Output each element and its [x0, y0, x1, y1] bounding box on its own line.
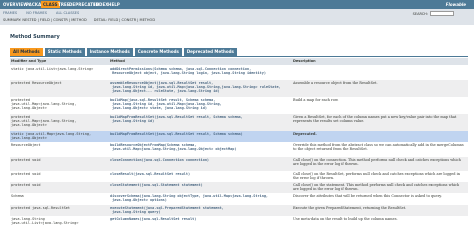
header-modifier-type: Modifier and Type [11, 59, 47, 63]
table-row: ResourceObject buildResourceObjectFromMa… [10, 142, 468, 157]
row-method[interactable]: closeConnection(java.sql.Connection conn… [110, 158, 209, 162]
brand-logo: Flowable [445, 2, 466, 7]
row-method[interactable]: addDirectPermissions(Schema schema, java… [110, 67, 266, 75]
row-method[interactable]: executeStatement(java.sql.PreparedStatem… [110, 206, 224, 214]
row-type: ResourceObject [11, 143, 41, 147]
table-row: protected void closeResult(java.sql.Resu… [10, 171, 468, 182]
row-description: Execute the given PreparedStatement, ret… [293, 206, 407, 210]
row-type: Schema [11, 194, 24, 198]
method-signature[interactable]: executeStatement(java.sql.PreparedStatem… [110, 206, 224, 214]
tab-static-methods[interactable]: Static Methods [44, 48, 85, 56]
frames-link[interactable]: FRAMES [3, 11, 17, 15]
row-description: Given a ResultSet, for each of the colum… [293, 115, 457, 124]
header-method: Method [110, 59, 125, 63]
row-description: Build a map for each row. [293, 98, 339, 102]
summary-links[interactable]: SUMMARY: NESTED | FIELD | CONSTR | METHO… [3, 18, 87, 22]
method-signature[interactable]: buildMapFromResultSet(java.sql.ResultSet… [110, 132, 243, 136]
row-description: Assemble a resource object from the Resu… [293, 81, 378, 85]
all-classes-link[interactable]: ALL CLASSES [56, 11, 79, 15]
method-signature[interactable]: closeResult(java.sql.ResultSet result) [110, 172, 190, 176]
row-type: protected ResourceObject [11, 81, 62, 85]
row-method[interactable]: closeResult(java.sql.ResultSet result) [110, 172, 190, 176]
nav-tree[interactable]: TREE [58, 2, 70, 7]
row-type: protected java.util.Map<java.lang.String… [11, 98, 77, 111]
tab-deprecated-methods[interactable]: Deprecated Methods [183, 48, 237, 56]
row-description: Use meta-data on the result to build up … [293, 217, 398, 221]
table-row: static java.util.List<java.lang.String> … [10, 66, 468, 80]
search-label: SEARCH: [412, 12, 428, 16]
row-method[interactable]: buildResourceObjectFromMap(Schema schema… [110, 143, 236, 151]
method-signature[interactable]: buildMap(java.sql.ResultSet result, Sche… [110, 98, 222, 110]
frames-links: FRAMES NO FRAMES ALL CLASSES [3, 11, 87, 15]
method-summary-table: Modifier and Type Method Description sta… [10, 56, 468, 225]
row-method[interactable]: getColumnNames(java.sql.ResultSet result… [110, 217, 196, 221]
row-type: protected java.util.Map<java.lang.String… [11, 115, 77, 128]
row-description: Call close() on the ResultSet, performs … [293, 172, 460, 181]
row-type: java.lang.String java.util.List<java.lan… [11, 217, 79, 226]
method-signature[interactable]: addDirectPermissions(Schema schema, java… [110, 67, 266, 75]
method-tabs: All Methods Static Methods Instance Meth… [10, 48, 237, 56]
row-type: protected java.sql.ResultSet [11, 206, 71, 210]
header-description: Description [293, 59, 316, 63]
method-signature[interactable]: getColumnNames(java.sql.ResultSet result… [110, 217, 196, 221]
summary-detail-links: SUMMARY: NESTED | FIELD | CONSTR | METHO… [3, 18, 155, 22]
row-method[interactable]: buildMapFromResultSet(java.sql.ResultSet… [110, 115, 243, 123]
row-type: protected void [11, 183, 41, 187]
tab-all-methods[interactable]: All Methods [10, 48, 43, 56]
search-input[interactable] [430, 11, 454, 16]
nav-help[interactable]: HELP [108, 2, 120, 7]
row-type: static java.util.Map<java.lang.String, j… [11, 132, 92, 141]
row-method[interactable]: buildMapFromResultSet(java.sql.ResultSet… [110, 132, 243, 136]
table-row-selected: static java.util.Map<java.lang.String, j… [10, 131, 468, 142]
table-row: Schema discoverSchema(java.lang.String o… [10, 193, 468, 205]
row-method[interactable]: assembleResourceObject(java.sql.ResultSe… [110, 81, 281, 94]
nav-index[interactable]: INDEX [94, 2, 108, 7]
method-signature[interactable]: buildResourceObjectFromMap(Schema schema… [110, 143, 236, 151]
row-description: Call close() on the statement. This meth… [293, 183, 460, 192]
table-header: Modifier and Type Method Description [10, 58, 468, 65]
row-method[interactable]: closeStatement(java.sql.Statement statem… [110, 183, 203, 187]
top-navbar: OVERVIEW PACKAGE CLASS TREE DEPRECATED I… [0, 0, 474, 9]
method-signature[interactable]: closeStatement(java.sql.Statement statem… [110, 183, 203, 187]
table-row: java.lang.String java.util.List<java.lan… [10, 216, 468, 227]
row-type: static java.util.List<java.lang.String> [11, 67, 94, 71]
row-method[interactable]: discoverSchema(java.lang.String objectTy… [110, 194, 268, 202]
nav-overview[interactable]: OVERVIEW [3, 2, 28, 7]
row-type: protected void [11, 172, 41, 176]
method-signature[interactable]: buildMapFromResultSet(java.sql.ResultSet… [110, 115, 243, 123]
table-row: protected void closeStatement(java.sql.S… [10, 182, 468, 193]
sub-navbar: FRAMES NO FRAMES ALL CLASSES SUMMARY: NE… [0, 9, 474, 25]
row-description: Override this method from the abstract c… [293, 143, 464, 152]
section-title: Method Summary [10, 34, 60, 40]
table-row: protected java.util.Map<java.lang.String… [10, 97, 468, 114]
table-row: protected void closeConnection(java.sql.… [10, 157, 468, 171]
table-row: protected ResourceObject assembleResourc… [10, 80, 468, 97]
row-method[interactable]: buildMap(java.sql.ResultSet result, Sche… [110, 98, 222, 111]
method-signature[interactable]: assembleResourceObject(java.sql.ResultSe… [110, 81, 281, 93]
deprecated-label: Deprecated. [293, 132, 317, 136]
nav-class[interactable]: CLASS [41, 1, 60, 8]
tab-instance-methods[interactable]: Instance Methods [86, 48, 133, 56]
row-type: protected void [11, 158, 41, 162]
method-signature[interactable]: discoverSchema(java.lang.String objectTy… [110, 194, 268, 202]
no-frames-link[interactable]: NO FRAMES [26, 11, 47, 15]
row-description: Discover the attributes that will be ret… [293, 194, 442, 198]
tab-concrete-methods[interactable]: Concrete Methods [134, 48, 182, 56]
row-description: Deprecated. [293, 132, 465, 136]
table-row: protected java.sql.ResultSet executeStat… [10, 205, 468, 216]
table-row: protected java.util.Map<java.lang.String… [10, 114, 468, 131]
method-signature[interactable]: closeConnection(java.sql.Connection conn… [110, 158, 209, 162]
row-description: Call close() on the connection. This met… [293, 158, 461, 167]
detail-links[interactable]: DETAIL: FIELD | CONSTR | METHOD [94, 18, 155, 22]
